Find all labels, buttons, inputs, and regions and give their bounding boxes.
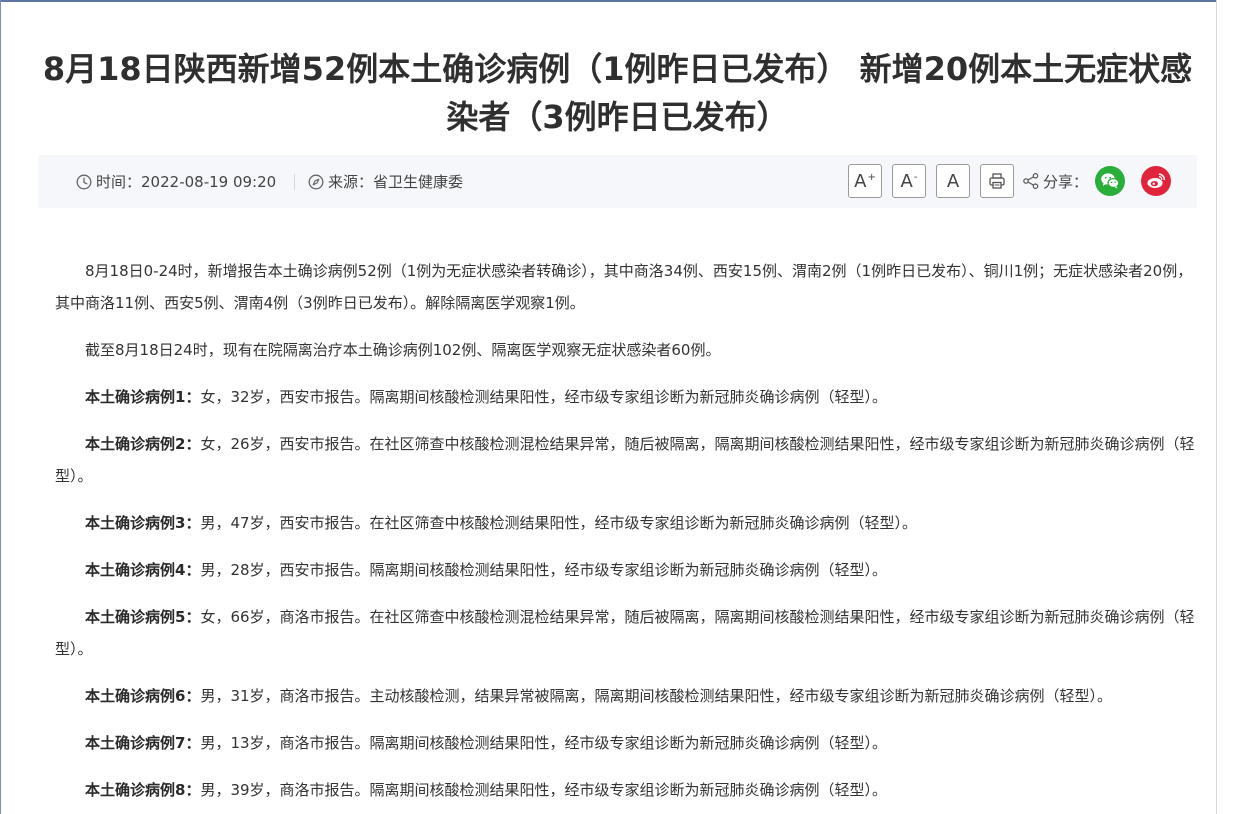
frame-left-border	[0, 0, 1, 814]
printer-icon	[989, 173, 1005, 189]
case-lead: 本土确诊病例8：	[85, 781, 201, 799]
font-default-letter: A	[946, 170, 960, 192]
share-weibo-button[interactable]	[1141, 166, 1171, 196]
compass-icon	[308, 174, 324, 189]
font-decrease-mark: -	[913, 171, 918, 183]
font-increase-button[interactable]: A +	[848, 164, 882, 198]
case-text: 女，26岁，西安市报告。在社区筛查中核酸检测混检结果异常，随后被隔离，隔离期间核…	[55, 435, 1195, 485]
case-paragraph: 本土确诊病例3：男，47岁，西安市报告。在社区筛查中核酸检测结果阳性，经市级专家…	[55, 507, 1195, 539]
case-text: 男，13岁，商洛市报告。隔离期间核酸检测结果阳性，经市级专家组诊断为新冠肺炎确诊…	[200, 734, 888, 752]
article-meta-bar: 时间： 2022-08-19 09:20 来源： 省卫生健康委 A+ A- A	[38, 155, 1197, 208]
time-label: 时间：	[96, 173, 142, 191]
font-increase-letter: A	[854, 170, 867, 192]
case-lead: 本土确诊病例1：	[85, 388, 201, 406]
article-paragraph: 8月18日0-24时，新增报告本土确诊病例52例（1例为无症状感染者转确诊），其…	[55, 255, 1195, 319]
case-paragraph: 本土确诊病例5：女，66岁，商洛市报告。在社区筛查中核酸检测混检结果异常，随后被…	[55, 601, 1195, 665]
wechat-icon	[1101, 173, 1120, 189]
case-lead: 本土确诊病例6：	[85, 687, 201, 705]
paragraph-text: 截至8月18日24时，现有在院隔离治疗本土确诊病例102例、隔离医学观察无症状感…	[85, 341, 721, 359]
clock-icon	[76, 174, 92, 189]
font-increase-mark: +	[867, 171, 876, 183]
case-lead: 本土确诊病例2：	[85, 435, 201, 453]
case-text: 男，31岁，商洛市报告。主动核酸检测，结果异常被隔离，隔离期间核酸检测结果阳性，…	[200, 687, 1113, 705]
case-text: 男，39岁，商洛市报告。隔离期间核酸检测结果阳性，经市级专家组诊断为新冠肺炎确诊…	[200, 781, 888, 799]
case-text: 男，28岁，西安市报告。隔离期间核酸检测结果阳性，经市级专家组诊断为新冠肺炎确诊…	[200, 561, 888, 579]
case-paragraph: 本土确诊病例4：男，28岁，西安市报告。隔离期间核酸检测结果阳性，经市级专家组诊…	[55, 554, 1195, 586]
font-decrease-button[interactable]: A-	[892, 164, 926, 198]
paragraph-text: 8月18日0-24时，新增报告本土确诊病例52例（1例为无症状感染者转确诊），其…	[55, 262, 1193, 312]
share-icon	[1023, 172, 1039, 190]
case-lead: 本土确诊病例5：	[85, 608, 201, 626]
case-paragraph: 本土确诊病例1：女，32岁，西安市报告。隔离期间核酸检测结果阳性，经市级专家组诊…	[55, 381, 1195, 413]
weibo-icon	[1147, 173, 1165, 188]
case-text: 男，47岁，西安市报告。在社区筛查中核酸检测结果阳性，经市级专家组诊断为新冠肺炎…	[200, 514, 918, 532]
frame-top-border	[0, 0, 1217, 2]
publish-time: 时间： 2022-08-19 09:20	[76, 155, 276, 208]
font-default-button[interactable]: A	[936, 164, 970, 198]
source-label: 来源：	[328, 173, 374, 191]
case-lead: 本土确诊病例3：	[85, 514, 201, 532]
case-paragraph: 本土确诊病例7：男，13岁，商洛市报告。隔离期间核酸检测结果阳性，经市级专家组诊…	[55, 727, 1195, 759]
case-lead: 本土确诊病例7：	[85, 734, 201, 752]
article-title: 8月18日陕西新增52例本土确诊病例（1例昨日已发布） 新增20例本土无症状感染…	[42, 50, 1193, 136]
case-text: 女，66岁，商洛市报告。在社区筛查中核酸检测混检结果异常，随后被隔离，隔离期间核…	[55, 608, 1195, 658]
case-lead: 本土确诊病例4：	[85, 561, 201, 579]
article-content: 8月18日0-24时，新增报告本土确诊病例52例（1例为无症状感染者转确诊），其…	[55, 255, 1195, 814]
case-paragraph: 本土确诊病例8：男，39岁，商洛市报告。隔离期间核酸检测结果阳性，经市级专家组诊…	[55, 774, 1195, 806]
case-text: 女，32岁，西安市报告。隔离期间核酸检测结果阳性，经市级专家组诊断为新冠肺炎确诊…	[200, 388, 888, 406]
article-paragraph: 截至8月18日24时，现有在院隔离治疗本土确诊病例102例、隔离医学观察无症状感…	[55, 334, 1195, 366]
source-value: 省卫生健康委	[373, 173, 464, 191]
share-label: 分享：	[1043, 173, 1089, 191]
print-button[interactable]	[980, 164, 1014, 198]
article-source: 来源： 省卫生健康委	[308, 155, 463, 208]
case-paragraph: 本土确诊病例6：男，31岁，商洛市报告。主动核酸检测，结果异常被隔离，隔离期间核…	[55, 680, 1195, 712]
font-decrease-letter: A	[900, 170, 913, 192]
frame-right-border	[1216, 0, 1217, 814]
share-wechat-button[interactable]	[1095, 166, 1125, 196]
time-value: 2022-08-19 09:20	[141, 172, 277, 191]
page: 8月18日陕西新增52例本土确诊病例（1例昨日已发布） 新增20例本土无症状感染…	[0, 0, 1235, 814]
case-paragraph: 本土确诊病例2：女，26岁，西安市报告。在社区筛查中核酸检测混检结果异常，随后被…	[55, 428, 1195, 492]
meta-divider	[294, 174, 295, 190]
